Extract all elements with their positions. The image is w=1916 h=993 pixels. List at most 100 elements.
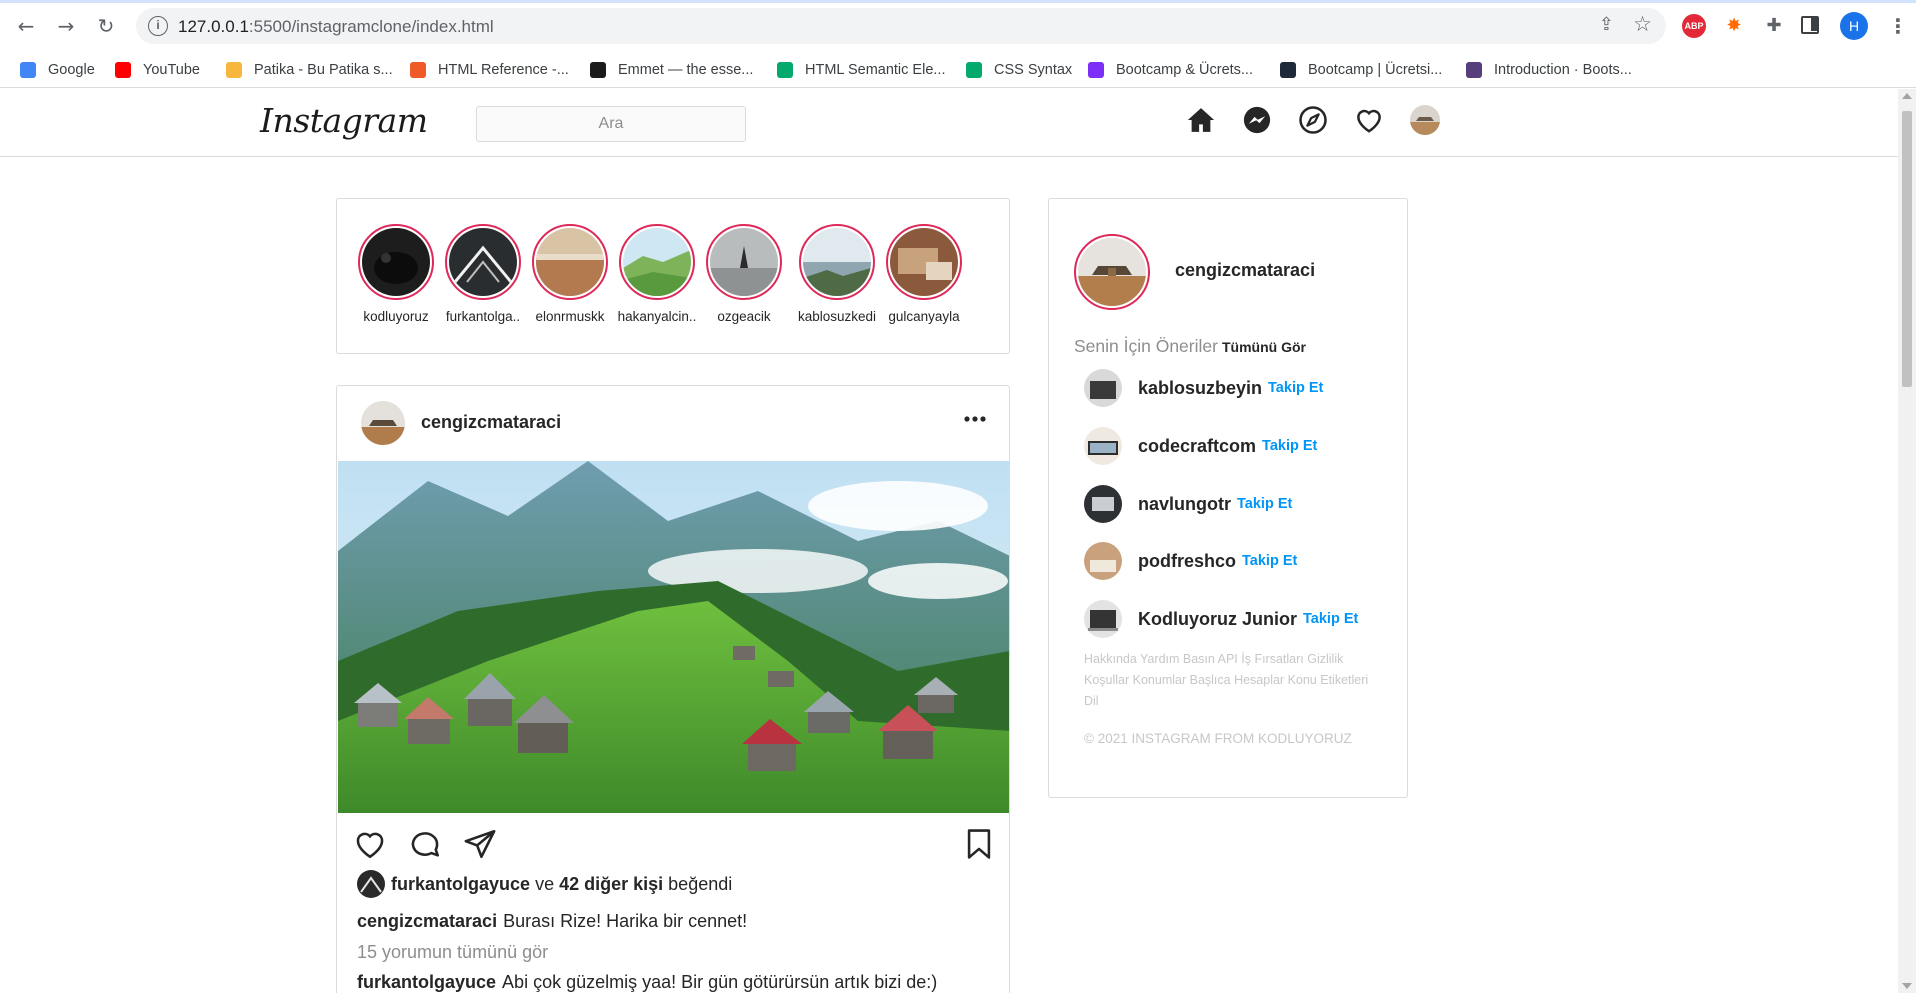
extension-fox-icon[interactable]: ✸	[1722, 14, 1746, 38]
story-ring[interactable]	[706, 224, 782, 300]
follow-button[interactable]: Takip Et	[1268, 380, 1323, 396]
follow-button[interactable]: Takip Et	[1262, 438, 1317, 454]
back-arrow-icon[interactable]: ←	[14, 14, 38, 38]
save-bookmark-icon[interactable]	[962, 827, 996, 861]
explore-compass-icon[interactable]	[1298, 105, 1328, 135]
story-avatar	[710, 228, 778, 296]
story-ring[interactable]	[619, 224, 695, 300]
liked-by-username[interactable]: furkantolgayuce	[391, 874, 530, 895]
side-panel-icon[interactable]	[1801, 16, 1819, 34]
bookmark-star-icon[interactable]: ☆	[1633, 12, 1652, 36]
current-user-avatar[interactable]	[1074, 234, 1150, 310]
more-options-icon[interactable]	[963, 414, 987, 424]
bookmark-item[interactable]: YouTube	[115, 52, 200, 88]
story-item[interactable]: kodluyoruz	[351, 224, 441, 324]
caption-text: Burası Rize! Harika bir cennet!	[503, 911, 748, 931]
forward-arrow-icon[interactable]: →	[54, 14, 78, 38]
story-item[interactable]: hakanyalcin..	[612, 224, 702, 324]
story-ring[interactable]	[886, 224, 962, 300]
site-info-icon[interactable]: i	[148, 16, 168, 36]
bookmark-item[interactable]: CSS Syntax	[966, 52, 1072, 88]
profile-avatar[interactable]: H	[1840, 12, 1868, 40]
home-icon[interactable]	[1186, 105, 1216, 135]
story-ring[interactable]	[358, 224, 434, 300]
tab-strip	[0, 0, 1916, 3]
address-bar[interactable]: i 127.0.0.1:5500/instagramclone/index.ht…	[136, 8, 1666, 44]
bootstrap-icon	[1466, 62, 1482, 78]
page-scrollbar[interactable]	[1898, 89, 1916, 993]
emmet-icon	[590, 62, 606, 78]
bootcamp-dark-icon	[1280, 62, 1296, 78]
see-all-link[interactable]: Tümünü Gör	[1222, 339, 1306, 355]
bookmark-label: Bootcamp | Ücretsi...	[1308, 62, 1443, 78]
bookmark-item[interactable]: Patika - Bu Patika s...	[226, 52, 393, 88]
story-item[interactable]: kablosuzkedi	[792, 224, 882, 324]
follow-button[interactable]: Takip Et	[1242, 553, 1297, 569]
view-all-comments-link[interactable]: 15 yorumun tümünü gör	[357, 942, 548, 963]
story-item[interactable]: elonrmuskk	[525, 224, 615, 324]
bookmark-item[interactable]: Bootcamp | Ücretsi...	[1280, 52, 1442, 88]
suggestion-avatar[interactable]	[1084, 485, 1122, 523]
w3schools-icon	[966, 62, 982, 78]
like-heart-icon[interactable]	[353, 827, 387, 861]
bookmark-item[interactable]: Google	[20, 52, 95, 88]
instagram-logo[interactable]: Instagram	[260, 101, 428, 140]
footer-links[interactable]: Hakkında Yardım Basın API İş Fırsatları …	[1084, 649, 1384, 712]
bookmark-item[interactable]: HTML Semantic Ele...	[777, 52, 945, 88]
bookmark-item[interactable]: HTML Reference -...	[410, 52, 569, 88]
post-author-username[interactable]: cengizcmataraci	[421, 412, 561, 433]
liker-avatar[interactable]	[357, 870, 385, 898]
story-avatar	[623, 228, 691, 296]
liked-others-count[interactable]: 42 diğer kişi	[559, 874, 663, 895]
scroll-down-arrow-icon[interactable]	[1902, 983, 1912, 989]
suggestion-avatar[interactable]	[1084, 600, 1122, 638]
scroll-up-arrow-icon[interactable]	[1902, 93, 1912, 99]
page-viewport: Instagram kodluyoruz furkantolga.. elonrmu…	[0, 89, 1898, 993]
bootcamp-icon	[1088, 62, 1104, 78]
story-ring[interactable]	[445, 224, 521, 300]
suggestion-item: navlungotr Takip Et	[1084, 484, 1292, 524]
adblock-plus-icon[interactable]: ABP	[1682, 14, 1706, 38]
extensions-puzzle-icon[interactable]: ✚	[1762, 14, 1786, 38]
likes-summary: furkantolgayuce ve 42 diğer kişi beğendi	[357, 870, 732, 898]
suggestion-avatar[interactable]	[1084, 542, 1122, 580]
browser-menu-icon[interactable]: ⋮	[1886, 14, 1910, 38]
profile-avatar-icon[interactable]	[1410, 105, 1440, 135]
post-author-avatar[interactable]	[361, 401, 405, 445]
post-header: cengizcmataraci	[337, 386, 1009, 461]
story-item[interactable]: ozgeacik	[699, 224, 789, 324]
share-icon[interactable]: ⇪	[1599, 14, 1614, 35]
messenger-icon[interactable]	[1242, 105, 1272, 135]
current-user-avatar-image	[1078, 238, 1146, 306]
bookmark-item[interactable]: Emmet — the esse...	[590, 52, 753, 88]
share-send-icon[interactable]	[463, 827, 497, 861]
suggestion-avatar[interactable]	[1084, 427, 1122, 465]
activity-heart-icon[interactable]	[1354, 105, 1384, 135]
current-user-username[interactable]: cengizcmataraci	[1175, 260, 1315, 281]
header-nav	[1186, 105, 1440, 135]
reload-icon[interactable]: ↻	[94, 14, 118, 38]
bookmark-item[interactable]: Introduction · Boots...	[1466, 52, 1632, 88]
caption-username[interactable]: cengizcmataraci	[357, 911, 497, 931]
follow-button[interactable]: Takip Et	[1237, 496, 1292, 512]
suggestion-username[interactable]: codecraftcom	[1138, 436, 1256, 457]
suggestion-item: kablosuzbeyin Takip Et	[1084, 368, 1323, 408]
story-item[interactable]: gulcanyayla	[879, 224, 969, 324]
bookmark-item[interactable]: Bootcamp & Ücrets...	[1088, 52, 1253, 88]
post-image[interactable]	[338, 461, 1010, 813]
suggestion-username[interactable]: podfreshco	[1138, 551, 1236, 572]
url-text[interactable]: 127.0.0.1:5500/instagramclone/index.html	[178, 17, 494, 37]
suggestion-username[interactable]: navlungotr	[1138, 494, 1231, 515]
comment-icon[interactable]	[408, 827, 442, 861]
search-input[interactable]	[476, 106, 746, 142]
comment-username[interactable]: furkantolgayuce	[357, 972, 496, 992]
story-ring[interactable]	[799, 224, 875, 300]
suggestion-username[interactable]: Kodluyoruz Junior	[1138, 609, 1297, 630]
suggestion-avatar[interactable]	[1084, 369, 1122, 407]
w3schools-icon	[777, 62, 793, 78]
scrollbar-thumb[interactable]	[1902, 111, 1912, 387]
story-item[interactable]: furkantolga..	[438, 224, 528, 324]
story-ring[interactable]	[532, 224, 608, 300]
follow-button[interactable]: Takip Et	[1303, 611, 1358, 627]
suggestion-username[interactable]: kablosuzbeyin	[1138, 378, 1262, 399]
